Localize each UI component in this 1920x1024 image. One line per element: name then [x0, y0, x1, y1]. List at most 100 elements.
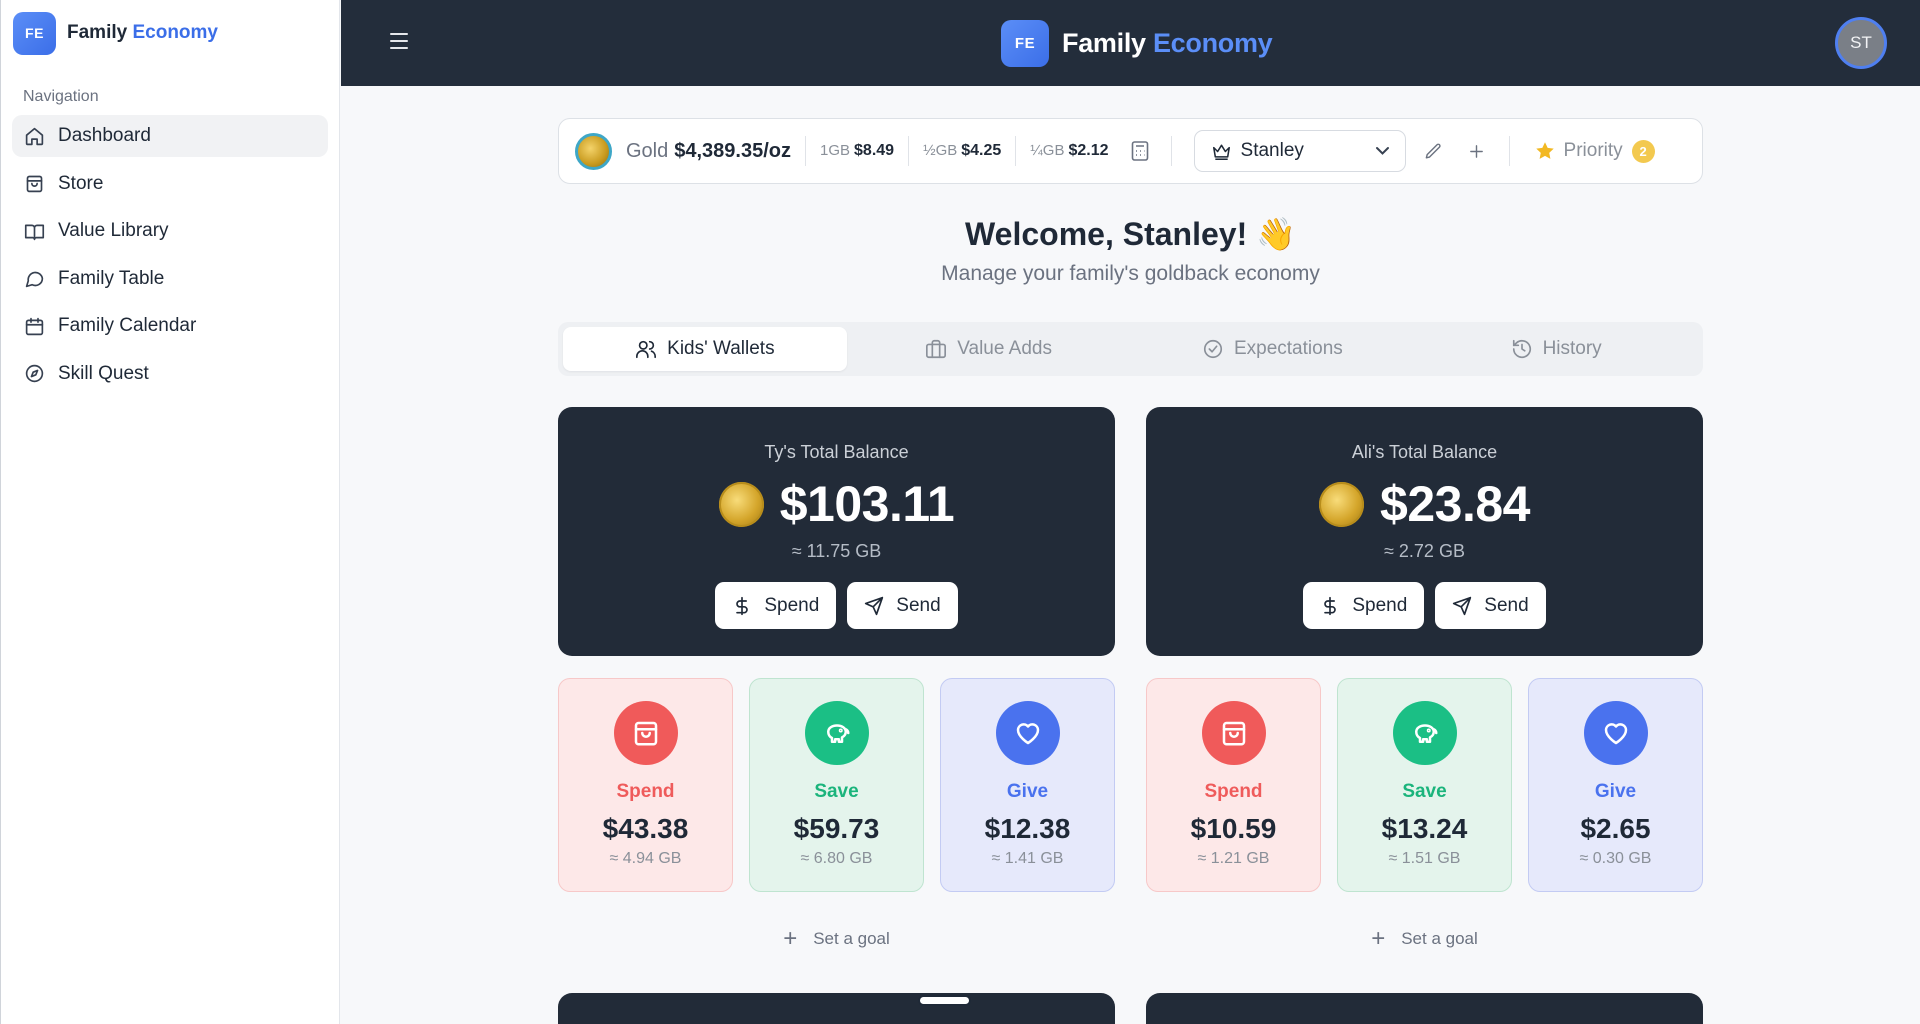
gold-price-bar: Gold $4,389.35/oz 1GB $8.49 ½GB $4.25 ¼G… [558, 118, 1703, 184]
bucket-spend-ali[interactable]: Spend $10.59 ≈ 1.21 GB [1146, 678, 1321, 892]
spend-button[interactable]: Spend [1303, 582, 1425, 629]
plus-icon [1470, 144, 1483, 158]
bucket-label: Save [814, 781, 859, 802]
send-button[interactable]: Send [1435, 582, 1546, 629]
bucket-amount: $59.73 [793, 813, 880, 844]
calendar-icon [25, 317, 44, 335]
page-title: Welcome, Stanley! 👋 [965, 216, 1296, 252]
pencil-icon [1425, 143, 1441, 159]
star-icon [1535, 142, 1554, 159]
shopping-bag-icon [1222, 721, 1245, 746]
send-button[interactable]: Send [847, 582, 958, 629]
send-icon [1453, 596, 1472, 615]
sidebar-item-label: Value Library [58, 220, 169, 241]
spend-label: Spend [764, 594, 820, 616]
gold-label: Gold [626, 139, 669, 162]
bucket-label: Give [1006, 781, 1049, 802]
divider [908, 136, 910, 166]
wallet-balance: $23.84 [1380, 476, 1530, 532]
wallet-card-ty: Ty's Total Balance $103.11 ≈ 11.75 GB Sp… [558, 407, 1115, 656]
piggy-bank-icon [1414, 724, 1437, 743]
bucket-amount: $43.38 [602, 813, 689, 844]
divider [1508, 136, 1510, 166]
wallet-title: Ty's Total Balance [764, 442, 909, 462]
add-user-button[interactable] [1462, 136, 1492, 166]
divider [1170, 136, 1172, 166]
edit-user-button[interactable] [1419, 136, 1449, 166]
denom-label: 1GB [820, 142, 851, 159]
user-select[interactable]: Stanley [1193, 130, 1406, 172]
tab-value-adds[interactable]: Value Adds [847, 327, 1131, 371]
bucket-amount: $12.38 [984, 813, 1071, 844]
bucket-amount: $2.65 [1580, 813, 1651, 844]
denom-1gb: 1GB $8.49 [820, 142, 894, 160]
set-goal-label: Set a goal [1401, 929, 1478, 948]
chevron-down-icon [1375, 147, 1389, 155]
set-goal-label: Set a goal [813, 929, 890, 948]
sidebar-item-skill-quest[interactable]: Skill Quest [12, 353, 328, 395]
next-card-peek [1146, 993, 1703, 1024]
piggy-bank-icon [826, 724, 849, 743]
book-icon [24, 224, 45, 240]
sidebar-item-label: Skill Quest [58, 362, 149, 384]
crown-icon [1212, 144, 1230, 160]
selected-user: Stanley [1240, 140, 1304, 161]
tab-expectations[interactable]: Expectations [1131, 327, 1415, 371]
spend-button[interactable]: Spend [715, 582, 837, 629]
shopping-bag-icon [634, 721, 657, 746]
sidebar: FE Family Economy Navigation Dashboard S… [0, 0, 340, 1024]
compass-icon [25, 364, 44, 383]
sidebar-item-label: Family Calendar [58, 315, 197, 336]
sidebar-brand[interactable]: FE Family Economy [1, 0, 339, 66]
wallet-title: Ali's Total Balance [1351, 442, 1498, 462]
denom-label: ½GB [923, 142, 958, 159]
plus-icon: + [783, 925, 798, 952]
set-goal-button-ty[interactable]: + Set a goal [558, 925, 1115, 953]
brand-prefix: Family [1062, 28, 1146, 58]
bucket-gb: ≈ 1.41 GB [991, 850, 1064, 867]
scroll-handle[interactable] [918, 995, 971, 1006]
sidebar-item-dashboard[interactable]: Dashboard [12, 115, 328, 157]
set-goal-button-ali[interactable]: + Set a goal [1146, 925, 1703, 953]
wallet-balance: $103.11 [779, 476, 955, 532]
tab-history[interactable]: History [1414, 327, 1698, 371]
divider [805, 136, 806, 166]
bucket-save-ali[interactable]: Save $13.24 ≈ 1.51 GB [1337, 678, 1512, 892]
sidebar-item-store[interactable]: Store [12, 163, 328, 205]
briefcase-icon [926, 339, 947, 359]
tab-label: Value Adds [957, 338, 1052, 359]
tab-kids-wallets[interactable]: Kids' Wallets [563, 327, 847, 371]
header-brand[interactable]: FE Family Economy [1001, 20, 1273, 67]
bucket-save-ty[interactable]: Save $59.73 ≈ 6.80 GB [749, 678, 924, 892]
wallet-card-ali: Ali's Total Balance $23.84 ≈ 2.72 GB Spe… [1146, 407, 1703, 656]
sidebar-item-family-table[interactable]: Family Table [12, 258, 328, 300]
calculator-icon[interactable] [1131, 141, 1149, 161]
gold-coin-icon [1319, 481, 1365, 527]
menu-icon[interactable] [390, 33, 408, 49]
denom-quarter-gb: ¼GB $2.12 [1030, 142, 1108, 160]
brand-accent: Economy [132, 22, 219, 43]
next-card-peek [558, 993, 1115, 1024]
users-icon [636, 340, 657, 359]
send-icon [865, 596, 884, 615]
send-label: Send [1484, 594, 1529, 616]
sidebar-item-value-library[interactable]: Value Library [12, 210, 328, 252]
bucket-label: Spend [616, 781, 675, 802]
bucket-give-ali[interactable]: Give $2.65 ≈ 0.30 GB [1528, 678, 1703, 892]
avatar[interactable]: ST [1835, 17, 1887, 69]
sidebar-item-label: Dashboard [58, 125, 151, 146]
chat-icon [25, 271, 44, 288]
wallet-gb: ≈ 2.72 GB [1384, 541, 1465, 561]
tab-label: Expectations [1233, 338, 1343, 359]
tab-bar: Kids' Wallets Value Adds Expectations Hi… [558, 322, 1703, 376]
priority-button[interactable]: Priority 2 [1534, 139, 1655, 163]
heart-icon [1016, 723, 1039, 745]
send-label: Send [896, 594, 941, 616]
app-name: Family Economy [67, 22, 218, 44]
bucket-gb: ≈ 1.21 GB [1197, 850, 1270, 867]
bucket-label: Give [1594, 781, 1637, 802]
bucket-give-ty[interactable]: Give $12.38 ≈ 1.41 GB [940, 678, 1115, 892]
denom-value: $2.12 [1068, 142, 1109, 159]
bucket-spend-ty[interactable]: Spend $43.38 ≈ 4.94 GB [558, 678, 733, 892]
sidebar-item-family-calendar[interactable]: Family Calendar [12, 305, 328, 347]
